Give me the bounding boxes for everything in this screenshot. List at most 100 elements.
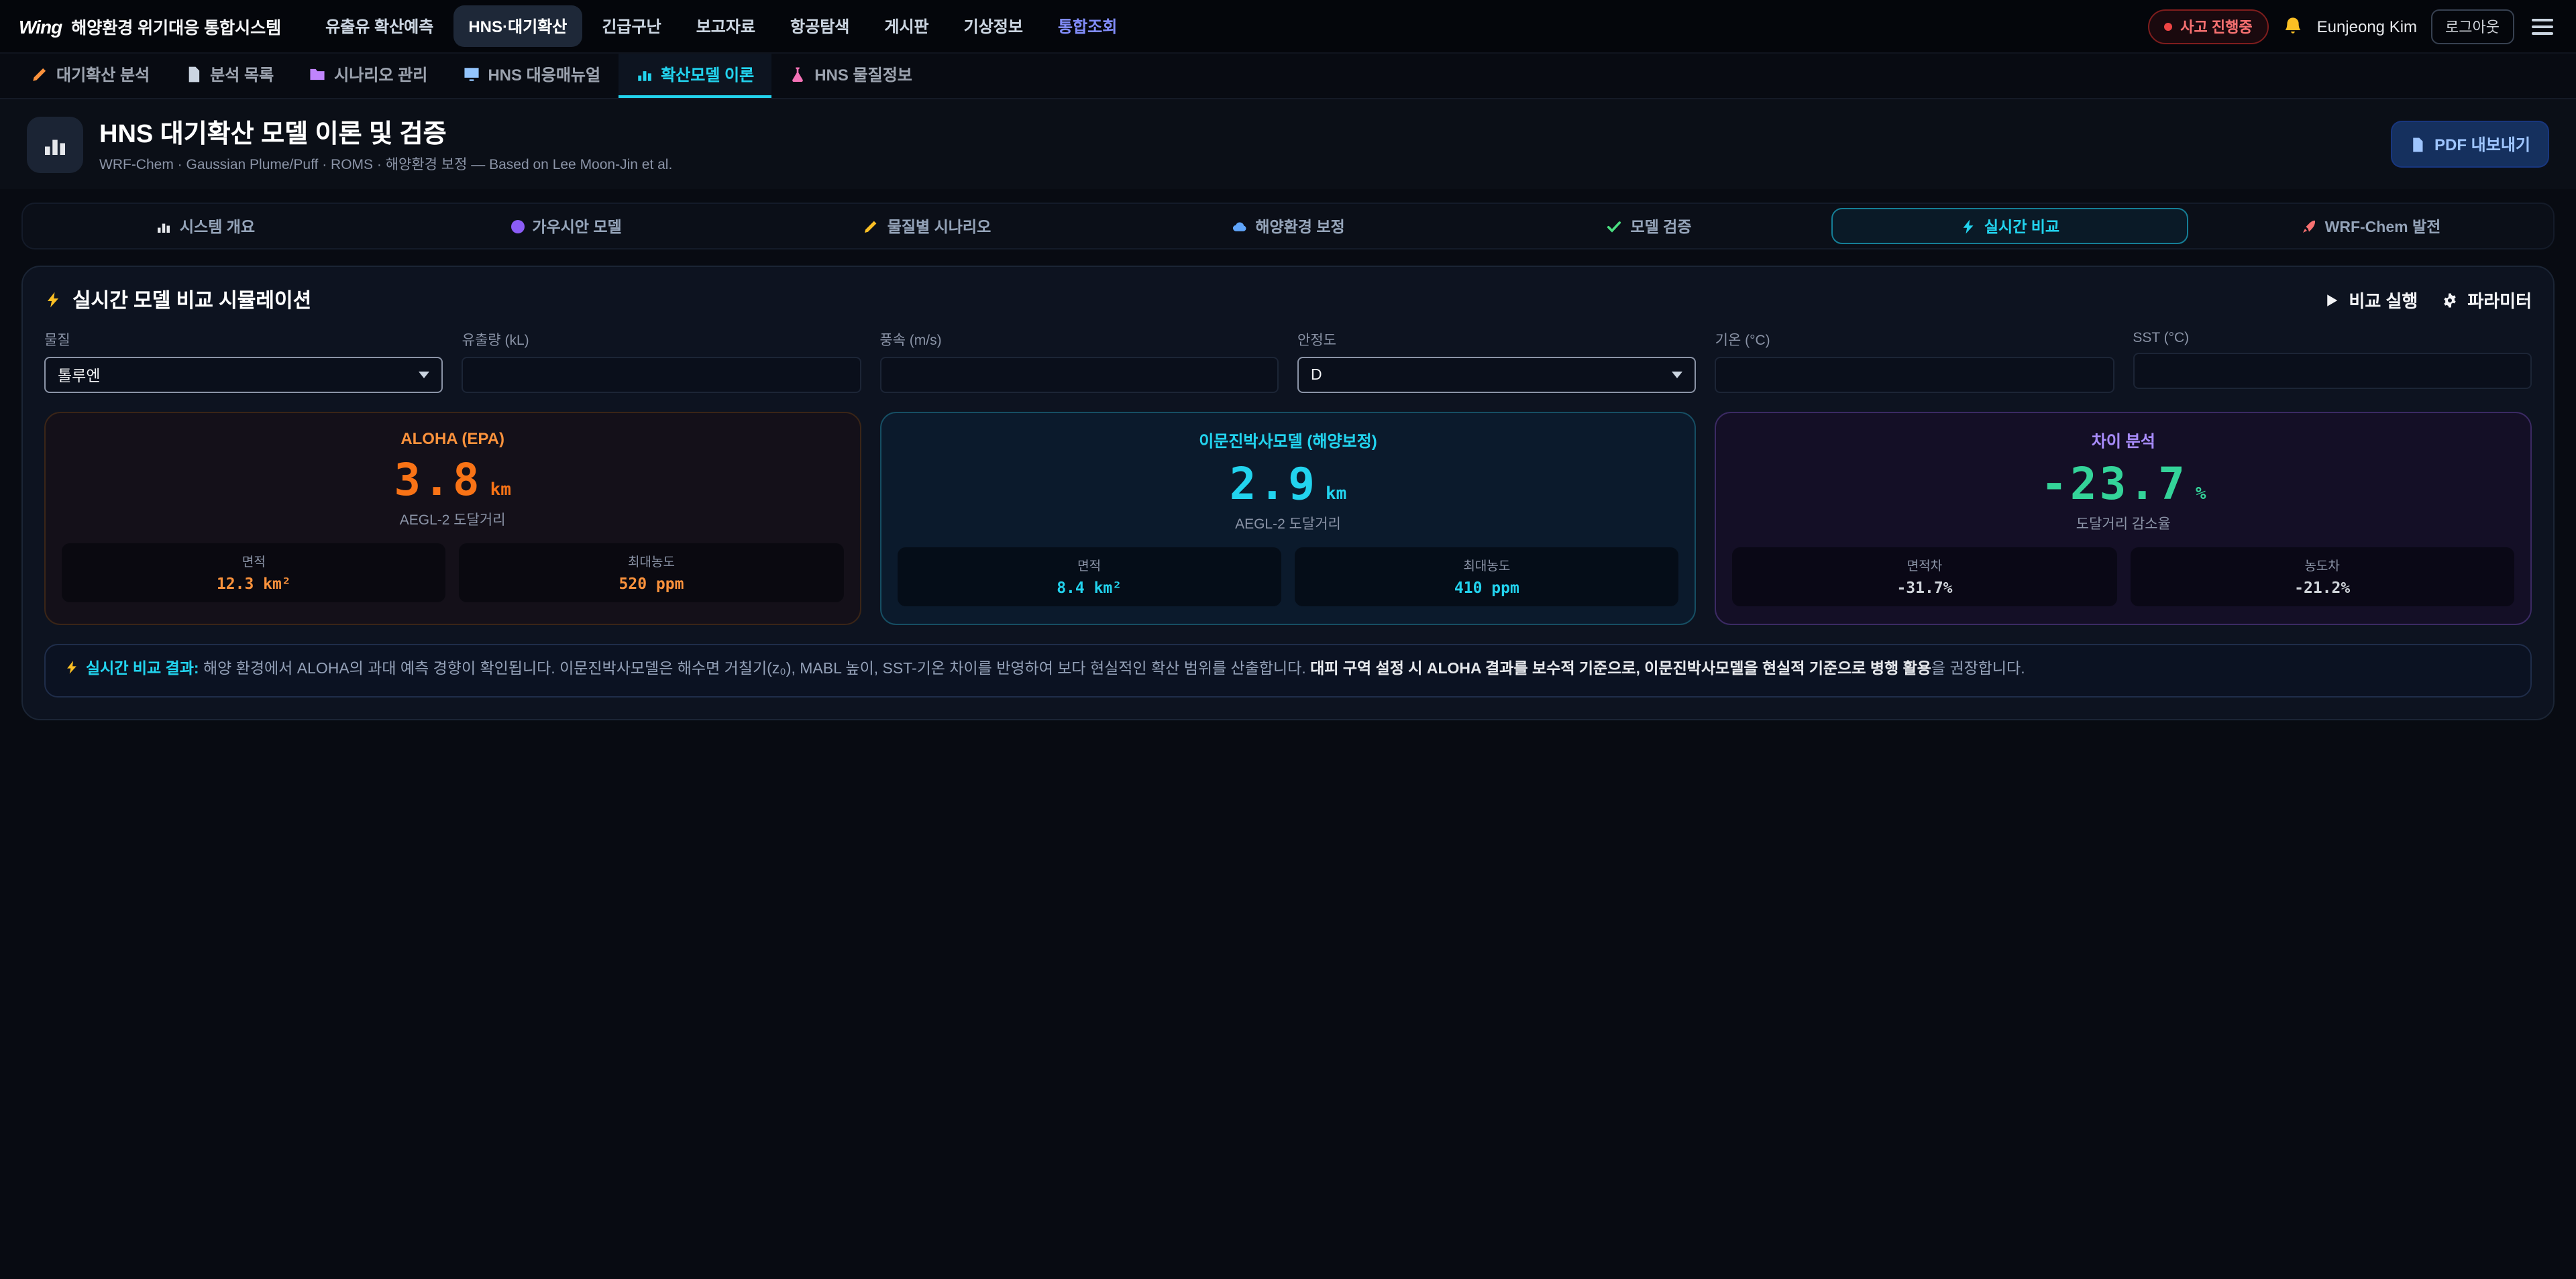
nav-emergency-rescue[interactable]: 긴급구난: [587, 5, 676, 47]
lightning-icon: [1960, 218, 1976, 234]
result-card-aloha: ALOHA (EPA) 3.8 km AEGL-2 도달거리 면적 12.3 k…: [44, 412, 861, 625]
section-tab-label: 실시간 비교: [1984, 215, 2059, 237]
card-unit: km: [490, 480, 511, 500]
field-sst: SST (°C): [2133, 330, 2532, 393]
chart-icon: [156, 218, 172, 234]
stat-area: 면적 8.4 km²: [897, 547, 1281, 606]
card-unit: km: [1326, 484, 1346, 504]
section-tabbar: 시스템 개요 가우시안 모델 물질별 시나리오 해양환경 보정 모델 검증 실시…: [21, 203, 2555, 249]
tab-label: 확산모델 이론: [661, 63, 754, 86]
section-tab-realtime-comparison[interactable]: 실시간 비교: [1831, 208, 2188, 244]
tab-label: HNS 물질정보: [814, 63, 912, 86]
section-tab-label: 해양환경 보정: [1255, 215, 1344, 237]
nav-hns-atmospheric[interactable]: HNS·대기확산: [453, 5, 582, 47]
tab-scenario-management[interactable]: 시나리오 관리: [291, 54, 445, 98]
stat-label: 면적: [72, 551, 435, 570]
stat-max-concentration: 최대농도 520 ppm: [460, 543, 844, 602]
logout-button[interactable]: 로그아웃: [2430, 9, 2514, 44]
panel-title-label: 실시간 모델 비교 시뮬레이션: [72, 286, 311, 314]
card-stats: 면적차 -31.7% 농도차 -21.2%: [1733, 547, 2514, 606]
result-cards: ALOHA (EPA) 3.8 km AEGL-2 도달거리 면적 12.3 k…: [44, 412, 2532, 625]
hamburger-menu-icon[interactable]: [2528, 14, 2557, 38]
nav-aerial-search[interactable]: 항공탐색: [775, 5, 864, 47]
card-subtitle: AEGL-2 도달거리: [897, 514, 1678, 534]
section-tab-ocean-correction[interactable]: 해양환경 보정: [1110, 208, 1466, 244]
stat-label: 농도차: [2141, 555, 2504, 574]
section-tab-wrf-chem[interactable]: WRF-Chem 발전: [2192, 208, 2549, 244]
card-stats: 면적 12.3 km² 최대농도 520 ppm: [62, 543, 843, 602]
sst-input[interactable]: [2133, 353, 2532, 389]
field-label: 물질: [44, 330, 443, 350]
card-stats: 면적 8.4 km² 최대농도 410 ppm: [897, 547, 1678, 606]
page-title: HNS 대기확산 모델 이론 및 검증: [99, 114, 672, 150]
run-comparison-label: 비교 실행: [2349, 287, 2418, 313]
field-wind-speed: 풍속 (m/s): [879, 330, 1279, 393]
user-name: Eunjeong Kim: [2317, 17, 2417, 36]
spill-volume-input[interactable]: [462, 357, 861, 393]
section-tab-substance-scenarios[interactable]: 물질별 시나리오: [749, 208, 1106, 244]
stability-select-value: D: [1311, 367, 1322, 383]
field-air-temperature: 기온 (°C): [1715, 330, 2114, 393]
note-emphasis: 대피 구역 설정 시 ALOHA 결과를 보수적 기준으로, 이문진박사모델을 …: [1310, 661, 1931, 677]
lightning-icon: [44, 291, 62, 309]
card-value: 2.9: [1230, 457, 1318, 510]
nav-weather-info[interactable]: 기상정보: [949, 5, 1038, 47]
stat-label: 최대농도: [470, 551, 833, 570]
note-title: 실시간 비교 결과:: [86, 661, 199, 677]
air-temperature-input[interactable]: [1715, 357, 2114, 393]
chevron-down-icon: [1672, 372, 1683, 378]
run-comparison-button[interactable]: 비교 실행: [2323, 287, 2418, 313]
nav-oil-spill[interactable]: 유출유 확산예측: [311, 5, 448, 47]
realtime-comparison-panel: 실시간 모델 비교 시뮬레이션 비교 실행 파라미터 물질 톨루엔: [21, 266, 2555, 720]
status-dot-icon: [2164, 22, 2172, 30]
stat-max-concentration: 최대농도 410 ppm: [1295, 547, 1679, 606]
field-label: 풍속 (m/s): [879, 330, 1279, 350]
wind-speed-input[interactable]: [879, 357, 1279, 393]
pdf-export-button[interactable]: PDF 내보내기: [2390, 121, 2549, 168]
field-label: SST (°C): [2133, 330, 2532, 346]
page-subtitle: WRF-Chem · Gaussian Plume/Puff · ROMS · …: [99, 154, 672, 174]
tab-model-theory[interactable]: 확산모델 이론: [618, 54, 771, 98]
page-header-left: HNS 대기확산 모델 이론 및 검증 WRF-Chem · Gaussian …: [27, 114, 672, 174]
panel-actions: 비교 실행 파라미터: [2323, 287, 2532, 313]
tab-hns-manual[interactable]: HNS 대응매뉴얼: [445, 54, 618, 98]
section-tab-system-overview[interactable]: 시스템 개요: [27, 208, 384, 244]
chart-icon: [27, 116, 83, 172]
tab-label: 분석 목록: [210, 63, 274, 86]
nav-board[interactable]: 게시판: [869, 5, 943, 47]
card-title: 차이 분석: [1733, 429, 2514, 452]
stat-value: -21.2%: [2141, 578, 2504, 597]
cloud-icon: [1231, 218, 1247, 234]
section-tab-label: 가우시안 모델: [532, 215, 621, 237]
tab-hns-substance-info[interactable]: HNS 물질정보: [771, 54, 930, 98]
bell-icon[interactable]: [2282, 15, 2304, 37]
pencil-icon: [31, 66, 48, 83]
stat-area-diff: 면적차 -31.7%: [1733, 547, 2117, 606]
field-label: 기온 (°C): [1715, 330, 2114, 350]
pdf-export-label: PDF 내보내기: [2434, 133, 2530, 156]
tab-dispersion-analysis[interactable]: 대기확산 분석: [13, 54, 167, 98]
section-tab-model-validation[interactable]: 모델 검증: [1470, 208, 1827, 244]
stat-area: 면적 12.3 km²: [62, 543, 446, 602]
logo-icon: Wing: [19, 15, 62, 37]
stat-label: 면적: [908, 555, 1271, 574]
sub-tabbar: 대기확산 분석 분석 목록 시나리오 관리 HNS 대응매뉴얼 확산모델 이론 …: [0, 54, 2576, 99]
stat-value: 520 ppm: [470, 574, 833, 593]
nav-integrated-search[interactable]: 통합조회: [1043, 5, 1132, 47]
tab-label: 대기확산 분석: [56, 63, 150, 86]
parameters-button[interactable]: 파라미터: [2442, 287, 2532, 313]
substance-select[interactable]: 톨루엔: [44, 357, 443, 393]
card-title: ALOHA (EPA): [62, 429, 843, 448]
field-label: 유출량 (kL): [462, 330, 861, 350]
stability-class-select[interactable]: D: [1297, 357, 1697, 393]
tab-analysis-list[interactable]: 분석 목록: [167, 54, 291, 98]
field-spill-volume: 유출량 (kL): [462, 330, 861, 393]
panel-title: 실시간 모델 비교 시뮬레이션: [44, 286, 311, 314]
section-tab-label: 모델 검증: [1630, 215, 1691, 237]
field-substance: 물질 톨루엔: [44, 330, 443, 393]
section-tab-gaussian-model[interactable]: 가우시안 모델: [388, 208, 745, 244]
parameters-label: 파라미터: [2467, 287, 2532, 313]
main-menu: 유출유 확산예측 HNS·대기확산 긴급구난 보고자료 항공탐색 게시판 기상정…: [311, 5, 2129, 47]
nav-reports[interactable]: 보고자료: [682, 5, 770, 47]
stat-value: 12.3 km²: [72, 574, 435, 593]
